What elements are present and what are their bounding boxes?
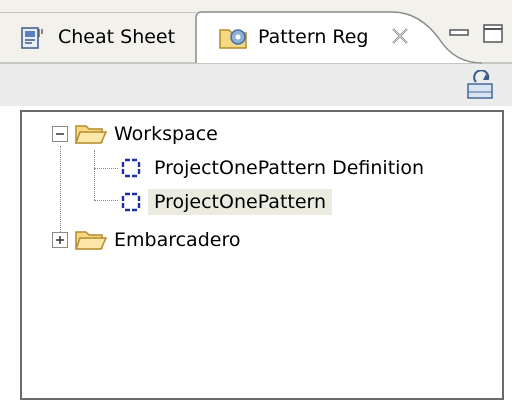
tree-connector xyxy=(94,150,95,200)
collapse-toggle[interactable] xyxy=(52,126,68,142)
tab-cheat-sheet[interactable]: Cheat Sheet xyxy=(0,12,220,64)
tree-item-embarcadero[interactable]: Embarcadero xyxy=(52,222,246,258)
tree-connector xyxy=(94,168,118,169)
tree-item-pattern-definition[interactable]: ProjectOnePattern Definition xyxy=(118,150,430,186)
tree-item-pattern[interactable]: ProjectOnePattern xyxy=(118,184,333,220)
tree-connector xyxy=(94,200,118,201)
plus-icon xyxy=(56,236,64,244)
folder-open-icon xyxy=(74,125,108,144)
view-tab-bar: Cheat Sheet Pattern Reg xyxy=(0,0,512,64)
tab-label: Pattern Reg xyxy=(258,26,369,48)
tab-label: Cheat Sheet xyxy=(58,26,176,48)
tree-item-label: ProjectOnePattern xyxy=(148,189,333,215)
refresh-registry-icon[interactable] xyxy=(462,70,496,102)
view-toolbar xyxy=(0,64,512,106)
tree-item-label: Workspace xyxy=(114,123,218,145)
minus-icon xyxy=(56,133,64,135)
pattern-registry-icon xyxy=(219,29,247,49)
folder-open-icon xyxy=(74,231,108,250)
pattern-icon xyxy=(121,158,141,178)
cheat-sheet-icon xyxy=(21,27,43,49)
expand-toggle[interactable] xyxy=(52,232,68,248)
pattern-registry-view: Cheat Sheet Pattern Reg Workspace Projec… xyxy=(0,0,512,400)
minimize-icon[interactable] xyxy=(444,22,474,46)
pattern-icon xyxy=(121,192,141,212)
maximize-icon[interactable] xyxy=(478,22,508,46)
tree-item-workspace[interactable]: Workspace xyxy=(52,116,224,152)
pattern-tree: Workspace ProjectOnePattern Definition P… xyxy=(20,110,504,400)
tree-item-label: ProjectOnePattern Definition xyxy=(154,157,425,179)
tree-item-label: Embarcadero xyxy=(114,229,241,251)
close-tab-icon[interactable] xyxy=(388,24,412,48)
